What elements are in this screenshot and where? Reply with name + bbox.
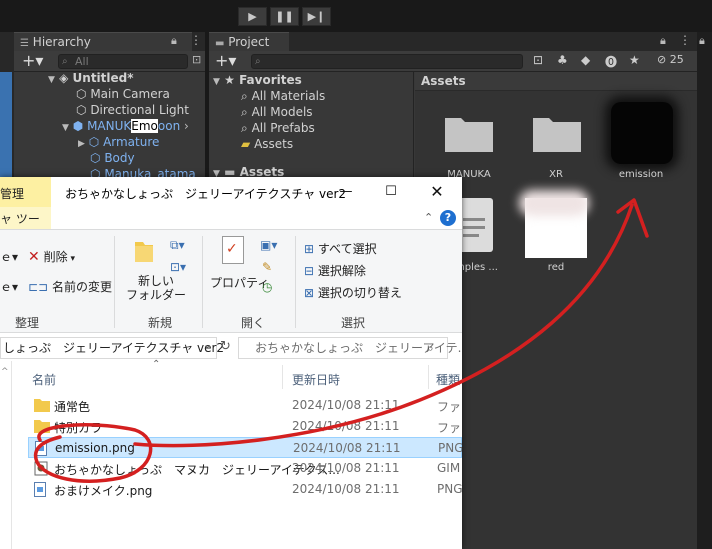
annotation-overlay <box>33 198 649 483</box>
annotation-circle <box>33 423 153 483</box>
annotation-arrow-line <box>133 203 634 448</box>
